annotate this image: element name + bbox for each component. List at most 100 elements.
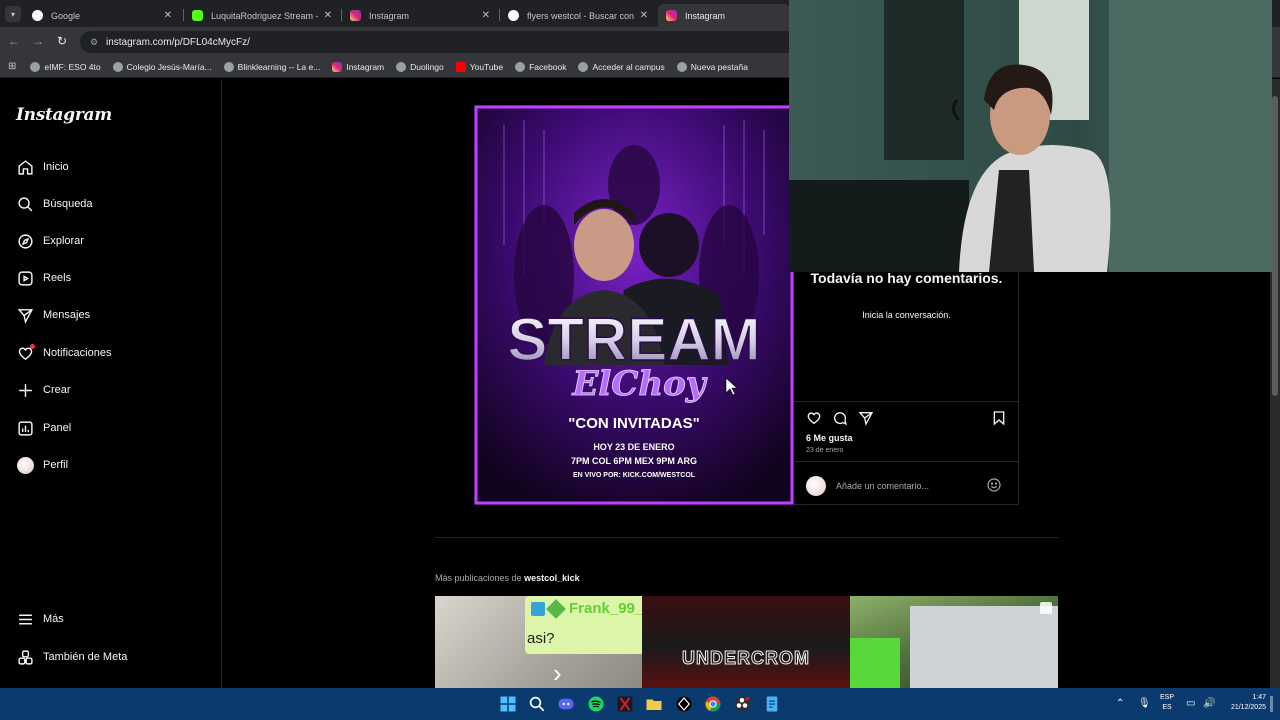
globe-icon <box>578 61 589 72</box>
tab-label: flyers westcol - Buscar con Goo <box>527 10 634 21</box>
windows-start-icon[interactable] <box>499 695 517 713</box>
close-icon[interactable]: ✕ <box>482 10 490 21</box>
flyer-times: 7PM COL 6PM MEX 9PM ARG <box>571 456 697 466</box>
obs-icon[interactable] <box>733 695 751 713</box>
nav-search[interactable]: Búsqueda <box>16 193 93 215</box>
nav-label: Mensajes <box>43 309 91 321</box>
bookmark-save-icon[interactable] <box>991 410 1007 426</box>
instagram-icon <box>666 10 677 21</box>
comment-bubble-icon[interactable] <box>832 410 848 426</box>
bookmark-item[interactable]: YouTube <box>455 61 504 72</box>
page-scrollbar-thumb[interactable] <box>1272 96 1278 396</box>
close-icon[interactable]: ✕ <box>324 10 332 21</box>
more-posts-username[interactable]: westcol_kick <box>524 573 580 583</box>
reload-icon[interactable]: ↻ <box>54 33 70 49</box>
nav-also-from-meta[interactable]: También de Meta <box>16 646 127 668</box>
chrome-icon[interactable] <box>704 695 722 713</box>
language-code: ESP <box>1160 694 1175 701</box>
keyboard-layout: ES <box>1162 704 1172 711</box>
system-clock[interactable]: 1:47 21/12/2025 <box>1222 693 1266 713</box>
browser-tab-instagram-active[interactable]: Instagram <box>658 4 790 27</box>
globe-icon <box>515 61 526 72</box>
google-icon <box>32 10 43 21</box>
discord-icon[interactable] <box>557 695 575 713</box>
instagram-logo[interactable]: Instagram <box>16 105 112 125</box>
nav-reels[interactable]: Reels <box>16 267 71 289</box>
show-desktop-button[interactable] <box>1270 696 1273 712</box>
volume-icon[interactable]: 🔊 <box>1203 698 1215 709</box>
comment-input[interactable]: Añade un comentario... <box>836 481 929 491</box>
notepad-icon[interactable] <box>763 695 781 713</box>
bookmark-label: eIMF: ESO 4to <box>44 61 101 72</box>
google-icon <box>508 10 519 21</box>
likes-count[interactable]: 6 Me gusta <box>806 433 853 443</box>
site-info-icon[interactable]: ⚙ <box>88 36 100 48</box>
address-text: instagram.com/p/DFL04cMycFz/ <box>106 36 250 48</box>
browser-tab-google-search[interactable]: flyers westcol - Buscar con Goo ✕ <box>500 4 656 27</box>
bookmark-label: YouTube <box>469 61 504 72</box>
post-thumbnail[interactable]: Frank_99_1627 asi? › <box>435 596 642 688</box>
language-indicator[interactable]: ESP ES <box>1160 693 1174 713</box>
post-thumbnail[interactable]: UNDERCROM <box>642 596 850 688</box>
browser-tab-kick[interactable]: LuquitaRodriguez Stream - Wat ✕ <box>184 4 340 27</box>
bookmark-item[interactable]: Acceder al campus <box>578 61 665 72</box>
nav-more[interactable]: Más <box>16 608 64 630</box>
user-avatar[interactable] <box>806 476 826 496</box>
share-send-icon[interactable] <box>858 410 874 426</box>
profile-avatar-icon <box>16 456 34 474</box>
nav-label: Crear <box>43 384 71 396</box>
nav-notifications[interactable]: Notificaciones <box>16 342 111 364</box>
bookmark-item[interactable]: Colegio Jesús-María... <box>112 61 212 72</box>
no-comments-subtitle: Inicia la conversación. <box>862 310 951 320</box>
dashboard-icon <box>16 419 34 437</box>
bookmark-label: Duolingo <box>410 61 444 72</box>
nav-messages[interactable]: Mensajes <box>16 304 90 326</box>
forward-arrow-icon[interactable]: → <box>30 33 46 49</box>
nav-home[interactable]: Inicio <box>16 156 69 178</box>
badge-icon <box>546 599 566 619</box>
bookmark-label: Blinklearning -- La e... <box>237 61 321 72</box>
carousel-icon <box>1040 602 1052 614</box>
nav-label: Más <box>43 613 64 625</box>
chevron-up-icon[interactable]: ⌃ <box>1116 698 1124 709</box>
nav-label: Explorar <box>43 235 84 247</box>
post-thumbnail[interactable] <box>850 596 1058 688</box>
tab-search-icon[interactable]: ▾ <box>5 6 21 22</box>
bookmark-item[interactable]: Blinklearning -- La e... <box>223 61 321 72</box>
bookmark-item[interactable]: Nueva pestaña <box>676 61 748 72</box>
nav-explore[interactable]: Explorar <box>16 230 84 252</box>
close-icon[interactable]: ✕ <box>640 10 648 21</box>
post-image[interactable]: STREAM ElChoy "CON INVITADAS" HOY 23 DE … <box>474 105 794 505</box>
spotify-icon[interactable] <box>587 695 605 713</box>
bookmark-label: Acceder al campus <box>592 61 665 72</box>
bookmark-item[interactable]: Facebook <box>515 61 566 72</box>
nav-create[interactable]: Crear <box>16 379 71 401</box>
youtube-icon <box>455 61 466 72</box>
app-icon[interactable] <box>675 695 693 713</box>
flyer-subtitle: "CON INVITADAS" <box>568 415 699 432</box>
panel-divider <box>794 461 1019 462</box>
home-icon <box>16 158 34 176</box>
chat-overlay: Frank_99_1627 asi? <box>525 596 642 654</box>
close-icon[interactable]: ✕ <box>164 10 172 21</box>
nav-profile[interactable]: Perfil <box>16 454 68 476</box>
microphone-icon[interactable]: 🎙 <box>1138 698 1151 709</box>
browser-tab-instagram[interactable]: Instagram ✕ <box>342 4 498 27</box>
section-divider <box>435 537 1058 538</box>
folder-icon[interactable] <box>645 695 663 713</box>
more-posts-heading: Más publicaciones de westcol_kick <box>435 573 580 583</box>
search-icon[interactable] <box>528 695 546 713</box>
browser-tab-google[interactable]: Google ✕ <box>24 4 180 27</box>
like-heart-icon[interactable] <box>806 410 822 426</box>
nav-panel[interactable]: Panel <box>16 417 71 439</box>
network-icon[interactable]: ▭ <box>1186 698 1195 709</box>
emoji-icon[interactable] <box>986 477 1002 493</box>
bookmark-item[interactable]: Duolingo <box>396 61 444 72</box>
back-arrow-icon[interactable]: ← <box>6 33 22 49</box>
address-bar[interactable]: ⚙ instagram.com/p/DFL04cMycFz/ <box>80 31 800 53</box>
app-icon[interactable] <box>616 695 634 713</box>
bookmark-item[interactable]: Instagram <box>332 61 384 72</box>
apps-grid-icon[interactable]: ⊞ <box>8 61 16 72</box>
tab-label: LuquitaRodriguez Stream - Wat <box>211 10 318 21</box>
bookmark-item[interactable]: eIMF: ESO 4to <box>30 61 101 72</box>
